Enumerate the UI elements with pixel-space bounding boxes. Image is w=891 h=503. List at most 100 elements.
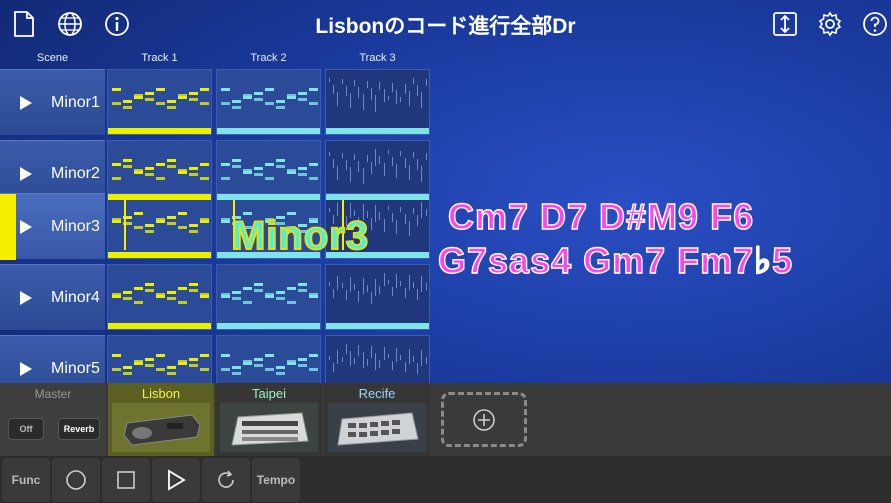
note <box>276 159 285 162</box>
instrument-label: Recife <box>358 386 396 401</box>
drum-hit <box>329 78 330 82</box>
drum-hit <box>366 155 368 162</box>
instrument-taipei[interactable]: Taipei <box>216 383 322 456</box>
drum-hit <box>404 362 406 372</box>
scene-launch-button[interactable]: Minor1 <box>0 69 105 135</box>
note <box>276 372 285 375</box>
drum-hit <box>350 93 351 108</box>
stop-button[interactable] <box>102 458 150 502</box>
note <box>189 283 198 286</box>
note <box>178 226 187 229</box>
clip-track1[interactable] <box>107 193 212 259</box>
play-icon <box>20 96 32 110</box>
drum-hit <box>350 167 351 182</box>
note <box>145 173 154 176</box>
drum-hit <box>379 360 381 368</box>
drum-hit <box>425 283 427 290</box>
note <box>156 102 165 105</box>
scene-name: Minor4 <box>51 289 100 306</box>
clip-track3[interactable] <box>325 69 430 135</box>
drum-hit <box>354 284 356 290</box>
note <box>232 165 241 168</box>
drum-hit <box>362 94 364 110</box>
note <box>243 287 252 290</box>
column-header-scene: Scene <box>36 52 69 64</box>
scene-launch-button[interactable]: Minor3 <box>0 193 105 260</box>
info-icon[interactable] <box>103 10 131 38</box>
clip-track2[interactable] <box>216 69 321 135</box>
drum-hit <box>392 287 393 296</box>
instrument-recife[interactable]: Recife <box>324 383 430 456</box>
drum-hit <box>400 207 402 212</box>
note <box>298 289 307 292</box>
note <box>265 88 274 91</box>
clip-track2[interactable] <box>216 264 321 330</box>
note <box>254 358 263 361</box>
add-icon <box>473 409 495 431</box>
note <box>221 88 230 91</box>
loop-button[interactable] <box>202 458 250 502</box>
drum-hit <box>387 96 389 100</box>
drum-hit <box>379 156 381 164</box>
note <box>167 366 176 369</box>
note <box>189 289 198 292</box>
drum-hit <box>417 159 419 170</box>
clip-track3[interactable] <box>325 264 430 330</box>
drum-hit <box>362 278 364 294</box>
note <box>112 88 121 91</box>
drum-hit <box>362 168 364 184</box>
document-icon[interactable] <box>10 10 38 38</box>
drum-hit <box>345 344 347 354</box>
off-button[interactable]: Off <box>8 418 44 440</box>
add-instrument-button[interactable] <box>441 392 527 447</box>
drum-hit <box>404 214 406 224</box>
help-icon[interactable] <box>861 10 889 38</box>
reverb-button[interactable]: Reverb <box>58 418 100 440</box>
note <box>298 358 307 361</box>
drum-hit <box>417 215 419 226</box>
note <box>309 177 318 180</box>
note <box>145 224 154 227</box>
gear-icon[interactable] <box>816 10 844 38</box>
globe-icon[interactable] <box>56 10 84 38</box>
play-button[interactable] <box>152 458 200 502</box>
note <box>145 364 154 367</box>
record-button[interactable] <box>52 458 100 502</box>
instrument-lisbon[interactable]: Lisbon <box>108 383 214 456</box>
note <box>200 88 209 91</box>
drum-hit <box>366 285 368 292</box>
tempo-button[interactable]: Tempo <box>252 458 300 502</box>
drum-hit <box>366 359 368 366</box>
note <box>276 100 285 103</box>
export-icon[interactable] <box>771 10 799 38</box>
drum-hit <box>421 92 423 108</box>
drum-hit <box>329 152 330 156</box>
clip-color-bar <box>108 194 211 200</box>
drum-hit <box>400 151 402 156</box>
drum-hit <box>366 81 368 88</box>
drum-hit <box>341 283 343 288</box>
note <box>309 102 318 105</box>
scene-launch-button[interactable]: Minor4 <box>0 264 105 330</box>
drum-hit <box>345 160 347 170</box>
note <box>123 159 132 162</box>
drum-hit <box>350 277 351 292</box>
drum-hit <box>383 89 385 102</box>
drum-hit <box>421 276 423 292</box>
drum-hit <box>383 163 385 176</box>
note <box>232 372 241 375</box>
drum-hit <box>392 361 393 370</box>
clip-track1[interactable] <box>107 69 212 135</box>
drum-hit <box>400 97 402 102</box>
clip-color-bar <box>108 323 211 329</box>
note <box>254 289 263 292</box>
drum-hit <box>383 273 385 286</box>
clip-track1[interactable] <box>107 264 212 330</box>
note <box>145 167 154 170</box>
drum-hit <box>417 289 419 300</box>
chord-progression-line1: Cm7 D7 D#M9 F6 <box>447 195 755 237</box>
func-button[interactable]: Func <box>2 458 50 502</box>
drum-hit <box>371 346 372 358</box>
note <box>189 167 198 170</box>
drum-hit <box>379 212 381 220</box>
